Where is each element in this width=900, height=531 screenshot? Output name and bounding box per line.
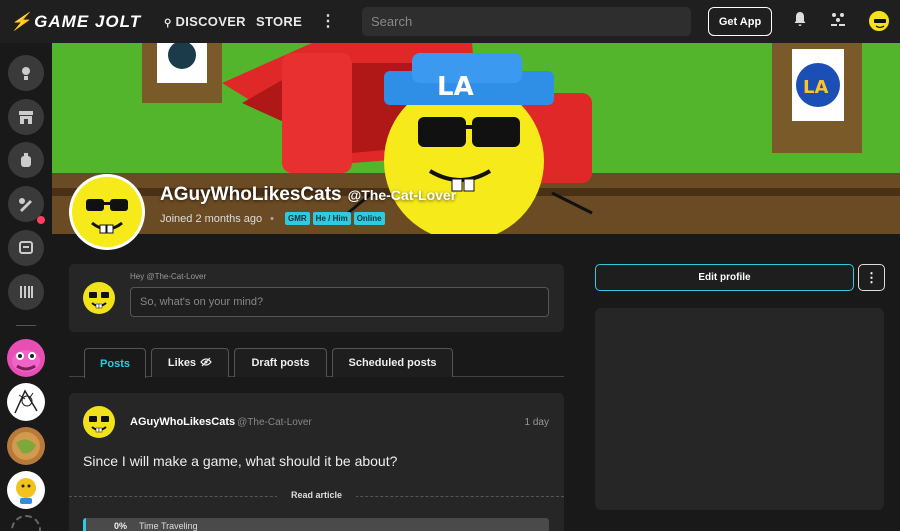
tab-likes[interactable]: Likes [151, 348, 229, 377]
post-body-text: Since I will make a game, what should it… [83, 453, 398, 469]
side-panel [595, 308, 884, 510]
community-avatar[interactable] [7, 427, 45, 465]
sidebar-store-button[interactable] [8, 99, 44, 135]
post-author-avatar[interactable] [83, 406, 115, 438]
tab-scheduled-posts[interactable]: Scheduled posts [332, 348, 453, 377]
shop-icon [19, 111, 33, 124]
sidebar-chat-button[interactable] [8, 230, 44, 266]
chat-icon [19, 241, 33, 254]
poll-option-fill [83, 518, 86, 531]
profile-username: @The-Cat-Lover [347, 187, 457, 203]
post-composer-input[interactable] [130, 287, 549, 317]
post-author-handle: @The-Cat-Lover [237, 417, 312, 428]
separator-dot: • [270, 212, 274, 225]
post-card[interactable]: AGuyWhoLikesCats @The-Cat-Lover 1 day Sin… [69, 393, 564, 531]
activity-icon [22, 67, 30, 80]
sidebar-backpack-button[interactable] [8, 142, 44, 178]
friends-icon[interactable] [829, 11, 847, 29]
svg-text:LA: LA [803, 77, 828, 98]
more-menu-icon[interactable]: ⋮ [320, 11, 336, 31]
badge-online: Online [353, 212, 385, 225]
badge-gmr: GMR [285, 212, 310, 225]
sidebar-divider [16, 325, 36, 326]
bolt-icon: ⚡ [10, 12, 33, 31]
post-composer: Hey @The-Cat-Lover [69, 264, 564, 332]
hidden-eye-icon [200, 357, 212, 370]
poll-option-percent: 0% [114, 521, 128, 531]
search-input[interactable] [362, 7, 691, 36]
notification-dot [37, 216, 45, 224]
badge-pronouns: He / Him [312, 212, 351, 225]
tab-posts[interactable]: Posts [84, 348, 146, 378]
svg-text:LA: LA [437, 72, 474, 102]
post-timestamp[interactable]: 1 day [525, 417, 549, 428]
left-sidebar [0, 43, 52, 531]
add-community-icon[interactable] [11, 515, 41, 531]
profile-display-name: AGuyWhoLikesCats @The-Cat-Lover [160, 184, 457, 205]
joined-text: Joined 2 months ago [160, 212, 263, 225]
sidebar-activity-button[interactable] [8, 55, 44, 91]
community-avatar[interactable] [7, 339, 45, 377]
composer-greeting: Hey @The-Cat-Lover [130, 272, 207, 281]
more-options-button[interactable]: ⋮ [858, 264, 885, 291]
poll-option-label: Time Traveling [139, 521, 198, 531]
get-app-button[interactable]: Get App [708, 7, 772, 36]
composer-avatar [83, 282, 115, 314]
read-article-link[interactable]: Read article [69, 490, 564, 500]
nav-store[interactable]: STORE [256, 14, 302, 29]
game-jolt-logo[interactable]: ⚡ GAME JOLT [10, 12, 141, 32]
edit-profile-button[interactable]: Edit profile [595, 264, 854, 291]
profile-joined-row: Joined 2 months ago • GMR He / Him Onlin… [160, 212, 385, 225]
bell-icon[interactable] [791, 11, 809, 29]
profile-avatar[interactable] [69, 174, 145, 250]
sidebar-library-button[interactable] [8, 274, 44, 310]
tab-draft-posts[interactable]: Draft posts [234, 348, 327, 377]
backpack-icon [21, 153, 31, 167]
user-avatar[interactable] [868, 10, 890, 32]
community-avatar[interactable] [7, 471, 45, 509]
community-avatar[interactable] [7, 383, 45, 421]
discover-icon: ⚲ [164, 18, 172, 29]
nav-discover[interactable]: ⚲ DISCOVER [164, 14, 246, 29]
top-bar: ⚡GAME JOLT ⚲ DISCOVER STORE ⋮ Get App [0, 0, 900, 43]
post-author[interactable]: AGuyWhoLikesCats @The-Cat-Lover [130, 416, 312, 428]
library-icon [20, 286, 33, 298]
poll-option[interactable]: 0% Time Traveling [83, 518, 549, 531]
quest-icon [19, 198, 32, 212]
